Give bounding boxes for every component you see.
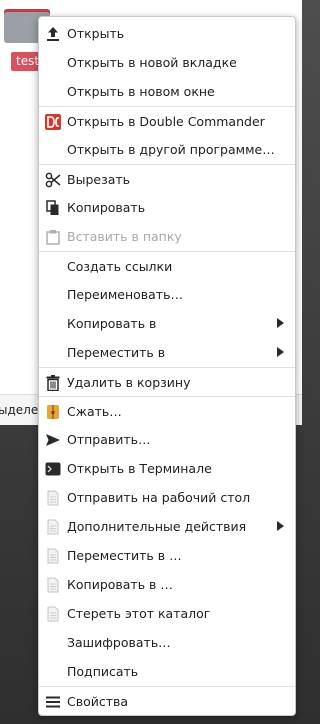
menu-item-send-to-desktop[interactable]: Отправить на рабочий стол xyxy=(39,483,295,512)
trash-icon xyxy=(45,375,61,391)
scissors-icon xyxy=(45,172,61,188)
menu-item-label: Переместить в xyxy=(67,345,166,360)
menu-item-label: Копировать xyxy=(67,200,146,215)
document-icon xyxy=(45,519,61,535)
terminal-icon xyxy=(45,461,61,477)
menu-item-sign[interactable]: Подписать xyxy=(39,657,295,686)
menu-item-open-other-program[interactable]: Открыть в другой программе… xyxy=(39,135,295,164)
menu-item-copy-to-ellipsis[interactable]: Копировать в … xyxy=(39,570,295,599)
menu-item-open-new-tab[interactable]: Открыть в новой вкладке xyxy=(39,48,295,77)
menu-item-create-links[interactable]: Создать ссылки xyxy=(39,251,295,280)
menu-item-label: Подписать xyxy=(67,664,139,679)
menu-item-compress[interactable]: Сжать… xyxy=(39,396,295,425)
menu-item-label: Вырезать xyxy=(67,171,131,187)
menu-item-label: Создать ссылки xyxy=(67,258,173,274)
menu-item-open-double-commander[interactable]: Открыть в Double Commander xyxy=(39,106,295,135)
menu-item-label: Зашифровать… xyxy=(67,635,171,650)
paste-icon xyxy=(45,229,61,245)
menu-item-copy[interactable]: Копировать xyxy=(39,193,295,222)
menu-item-open-new-window[interactable]: Открыть в новом окне xyxy=(39,77,295,106)
properties-icon xyxy=(45,694,61,710)
menu-item-move-to-ellipsis[interactable]: Переместить в … xyxy=(39,541,295,570)
menu-item-label: Копировать в … xyxy=(67,577,173,592)
document-icon xyxy=(45,606,61,622)
menu-item-move-to[interactable]: Переместить в xyxy=(39,338,295,367)
menu-item-label: Копировать в xyxy=(67,316,157,331)
menu-item-label: Стереть этот каталог xyxy=(67,606,211,621)
upload-arrow-icon xyxy=(45,26,61,42)
document-icon xyxy=(45,490,61,506)
menu-item-rename[interactable]: Переименовать… xyxy=(39,280,295,309)
menu-item-encrypt[interactable]: Зашифровать… xyxy=(39,628,295,657)
double-commander-icon xyxy=(45,114,61,130)
menu-item-label: Переместить в … xyxy=(67,548,182,563)
menu-item-label: Удалить в корзину xyxy=(67,374,191,390)
menu-item-label: Открыть в другой программе… xyxy=(67,142,275,157)
menu-item-label: Отправить… xyxy=(67,432,151,447)
menu-item-label: Сжать… xyxy=(67,403,122,419)
menu-item-label: Открыть в Терминале xyxy=(67,461,212,476)
archive-icon xyxy=(45,404,61,420)
menu-item-move-to-trash[interactable]: Удалить в корзину xyxy=(39,367,295,396)
submenu-arrow-icon xyxy=(277,347,284,357)
menu-item-open[interactable]: Открыть xyxy=(39,19,295,48)
menu-item-additional-actions[interactable]: Дополнительные действия xyxy=(39,512,295,541)
submenu-arrow-icon xyxy=(277,521,284,531)
menu-item-label: Открыть в новом окне xyxy=(67,84,215,99)
context-menu: Открыть Открыть в новой вкладке Открыть … xyxy=(38,16,296,716)
menu-item-cut[interactable]: Вырезать xyxy=(39,164,295,193)
send-icon xyxy=(45,432,61,448)
copy-icon xyxy=(45,200,61,216)
submenu-arrow-icon xyxy=(277,318,284,328)
menu-item-properties[interactable]: Свойства xyxy=(39,686,295,715)
menu-item-open-terminal[interactable]: Открыть в Терминале xyxy=(39,454,295,483)
document-icon xyxy=(45,548,61,564)
menu-item-label: Переименовать… xyxy=(67,287,183,302)
menu-item-send[interactable]: Отправить… xyxy=(39,425,295,454)
menu-item-paste-into-folder: Вставить в папку xyxy=(39,222,295,251)
document-icon xyxy=(45,577,61,593)
menu-item-erase-directory[interactable]: Стереть этот каталог xyxy=(39,599,295,628)
menu-item-label: Открыть в Double Commander xyxy=(67,113,265,129)
menu-item-label: Открыть в новой вкладке xyxy=(67,55,237,70)
menu-item-label: Свойства xyxy=(67,693,129,709)
menu-item-label: Вставить в папку xyxy=(67,229,182,244)
menu-item-label: Открыть xyxy=(67,26,125,41)
menu-item-label: Отправить на рабочий стол xyxy=(67,490,251,505)
menu-item-label: Дополнительные действия xyxy=(67,519,247,534)
menu-item-copy-to[interactable]: Копировать в xyxy=(39,309,295,338)
